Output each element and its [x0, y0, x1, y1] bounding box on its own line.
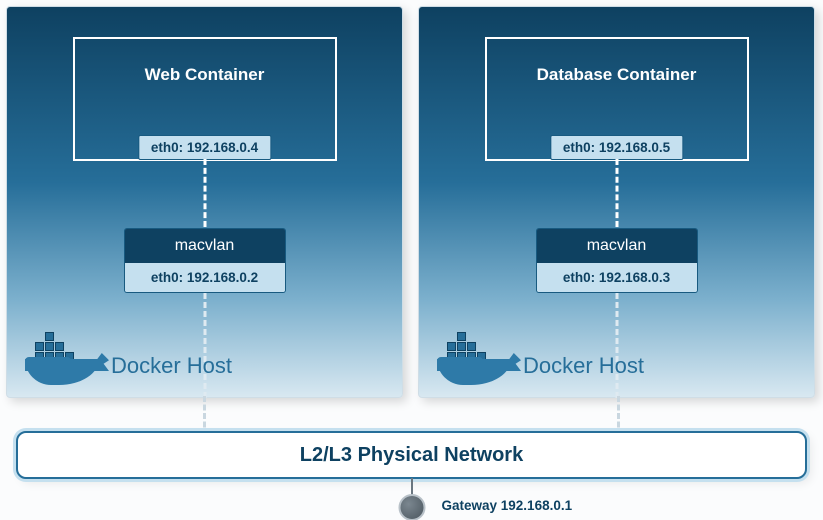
- docker-host-label: Docker Host: [111, 353, 232, 379]
- gateway-label: Gateway 192.168.0.1: [442, 498, 573, 513]
- web-container-title: Web Container: [75, 65, 335, 85]
- macvlan-driver-right: macvlan eth0: 192.168.0.3: [537, 229, 697, 292]
- web-container-box: Web Container eth0: 192.168.0.4: [73, 37, 337, 161]
- host-label-wrap: Docker Host: [25, 337, 232, 385]
- database-container-box: Database Container eth0: 192.168.0.5: [485, 37, 749, 161]
- macvlan-eth: eth0: 192.168.0.2: [125, 263, 285, 292]
- database-container-eth: eth0: 192.168.0.5: [550, 135, 683, 160]
- macvlan-eth: eth0: 192.168.0.3: [537, 263, 697, 292]
- physical-network-box: L2/L3 Physical Network: [16, 431, 807, 479]
- macvlan-name: macvlan: [125, 229, 285, 263]
- web-container-eth: eth0: 192.168.0.4: [138, 135, 271, 160]
- host-label-wrap: Docker Host: [437, 337, 644, 385]
- link-container-to-driver: [615, 159, 618, 227]
- docker-whale-icon: [437, 337, 517, 385]
- link-host-to-network: [203, 396, 206, 436]
- macvlan-driver-left: macvlan eth0: 192.168.0.2: [125, 229, 285, 292]
- docker-host-left: Web Container eth0: 192.168.0.4 macvlan …: [6, 6, 403, 398]
- docker-whale-icon: [25, 337, 105, 385]
- docker-host-label: Docker Host: [523, 353, 644, 379]
- docker-host-right: Database Container eth0: 192.168.0.5 mac…: [418, 6, 815, 398]
- database-container-title: Database Container: [487, 65, 747, 85]
- gateway-node-icon: [398, 494, 425, 520]
- link-container-to-driver: [203, 159, 206, 227]
- macvlan-name: macvlan: [537, 229, 697, 263]
- link-host-to-network: [617, 396, 620, 436]
